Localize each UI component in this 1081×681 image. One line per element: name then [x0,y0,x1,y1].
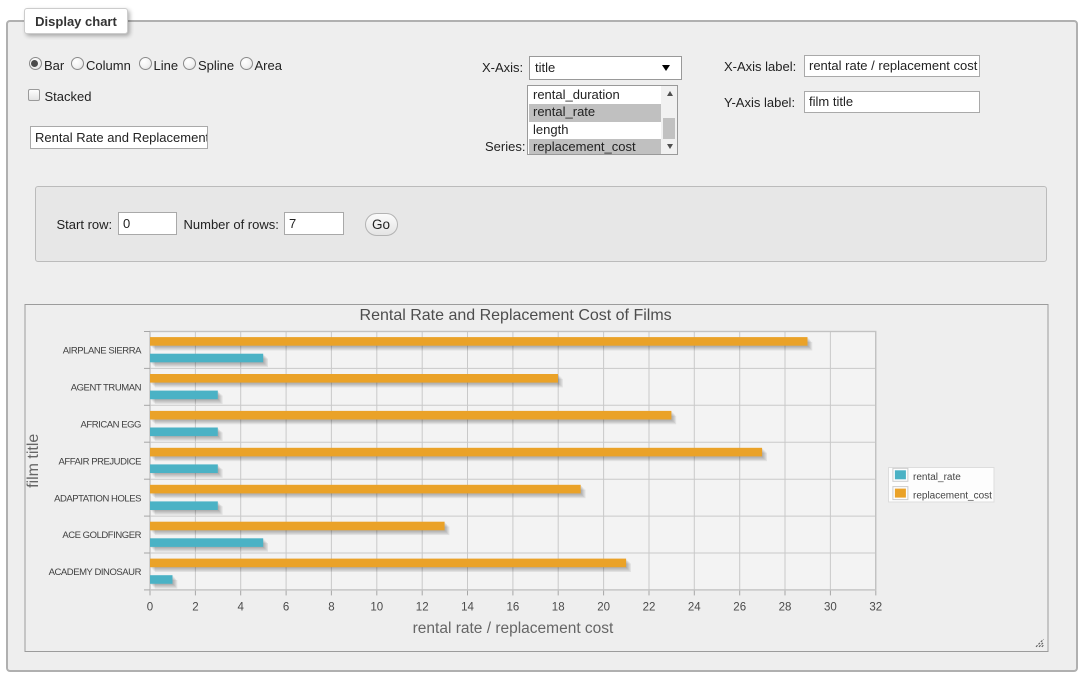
svg-text:AGENT TRUMAN: AGENT TRUMAN [71,383,142,394]
svg-text:8: 8 [328,602,334,614]
svg-text:ADAPTATION HOLES: ADAPTATION HOLES [54,493,141,504]
svg-text:18: 18 [552,602,565,614]
svg-text:10: 10 [370,602,383,614]
svg-text:6: 6 [283,602,289,614]
svg-text:12: 12 [416,602,429,614]
svg-text:Rental Rate and Replacement Co: Rental Rate and Replacement Cost of Film… [360,307,672,324]
svg-text:32: 32 [869,602,882,614]
svg-text:rental rate / replacement cost: rental rate / replacement cost [413,620,614,637]
svg-text:AFRICAN EGG: AFRICAN EGG [80,419,141,430]
svg-text:22: 22 [643,602,656,614]
svg-text:2: 2 [192,602,198,614]
svg-text:16: 16 [507,602,520,614]
svg-text:AFFAIR PREJUDICE: AFFAIR PREJUDICE [58,456,141,467]
svg-text:0: 0 [147,602,153,614]
svg-text:4: 4 [237,602,244,614]
svg-text:ACE GOLDFINGER: ACE GOLDFINGER [62,530,141,541]
svg-text:28: 28 [779,602,792,614]
svg-text:24: 24 [688,602,701,614]
svg-text:rental_rate: rental_rate [913,472,961,483]
svg-text:replacement_cost: replacement_cost [913,490,992,501]
svg-text:26: 26 [733,602,746,614]
svg-text:ACADEMY DINOSAUR: ACADEMY DINOSAUR [49,567,142,578]
svg-text:AIRPLANE SIERRA: AIRPLANE SIERRA [63,346,142,357]
svg-text:film title: film title [25,434,42,488]
svg-text:14: 14 [461,602,474,614]
svg-text:20: 20 [597,602,610,614]
svg-text:30: 30 [824,602,837,614]
